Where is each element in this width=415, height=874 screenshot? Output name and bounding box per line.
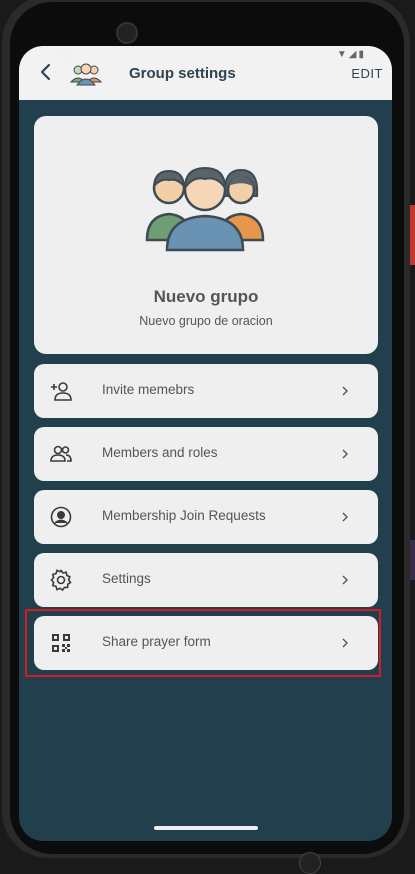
menu-item-label: Share prayer form [102, 634, 211, 649]
menu-item-label: Settings [102, 571, 151, 586]
account-circle-icon [50, 506, 72, 528]
home-indicator[interactable] [154, 826, 258, 830]
gear-icon [50, 569, 72, 592]
app-bar: 7:04 ▼◢▮ Group settings EDIT [19, 46, 392, 100]
status-icons: ▼◢▮ [336, 49, 366, 60]
menu-item-members-and-roles[interactable]: Members and roles [34, 427, 378, 481]
chevron-right-icon [342, 638, 348, 648]
group-illustration-icon [145, 166, 265, 252]
group-avatar-icon [69, 63, 103, 86]
back-arrow-icon[interactable] [36, 62, 56, 82]
menu-item-share-prayer-form[interactable]: Share prayer form [34, 616, 378, 670]
chevron-right-icon [342, 386, 348, 396]
chevron-right-icon [342, 512, 348, 522]
chevron-right-icon [342, 575, 348, 585]
camera-icon [116, 22, 138, 44]
qr-code-icon [52, 634, 70, 652]
scroll-down-icon[interactable] [299, 852, 321, 874]
chevron-right-icon [342, 449, 348, 459]
group-card: Nuevo grupo Nuevo grupo de oracion [34, 116, 378, 354]
menu-item-label: Members and roles [102, 445, 218, 460]
group-name: Nuevo grupo [153, 287, 259, 306]
group-description: Nuevo grupo de oracion [139, 314, 273, 328]
menu-item-label: Invite memebrs [102, 382, 195, 397]
menu-item-label: Membership Join Requests [102, 508, 266, 523]
page-title: Group settings [129, 65, 236, 82]
app-screen: 7:04 ▼◢▮ Group settings EDIT Nuevo grupo… [19, 46, 392, 841]
menu-item-membership-join-requests[interactable]: Membership Join Requests [34, 490, 378, 544]
add-person-icon [51, 382, 72, 401]
menu-item-settings[interactable]: Settings [34, 553, 378, 607]
menu-item-invite-members[interactable]: Invite memebrs [34, 364, 378, 418]
edit-button[interactable]: EDIT [351, 66, 383, 81]
people-icon [50, 445, 72, 462]
